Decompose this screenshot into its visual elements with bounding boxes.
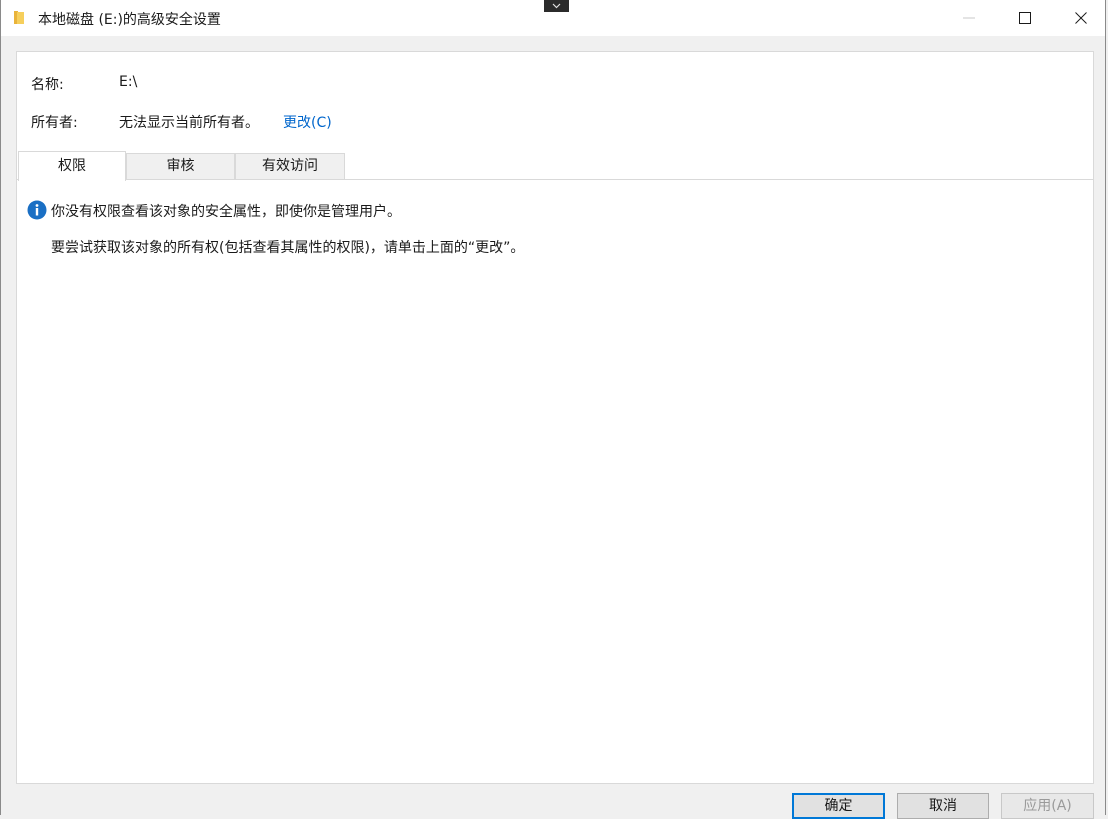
tab-auditing[interactable]: 审核	[126, 153, 235, 179]
chevron-down-icon	[552, 3, 561, 9]
close-button[interactable]	[1053, 0, 1108, 36]
owner-value: 无法显示当前所有者。	[119, 115, 259, 131]
window-title: 本地磁盘 (E:)的高级安全设置	[38, 12, 221, 28]
collapse-tab[interactable]	[544, 0, 569, 12]
content-panel: 名称: E:\ 所有者: 无法显示当前所有者。 更改(C) 权限 审核 有效访问…	[16, 51, 1094, 784]
close-icon	[1075, 12, 1087, 24]
security-settings-window: 本地磁盘 (E:)的高级安全设置 名称: E:\ 所有者: 无法显示当前所有者。…	[0, 0, 1106, 819]
info-icon	[27, 200, 47, 220]
tab-effective-access[interactable]: 有效访问	[235, 153, 345, 179]
cancel-button[interactable]: 取消	[897, 793, 989, 819]
title-bar[interactable]: 本地磁盘 (E:)的高级安全设置	[1, 0, 1105, 36]
folder-icon	[14, 11, 24, 24]
owner-label: 所有者:	[31, 115, 78, 131]
take-ownership-hint: 要尝试获取该对象的所有权(包括查看其属性的权限)，请单击上面的“更改”。	[51, 240, 525, 256]
name-label: 名称:	[31, 77, 64, 93]
tab-strip-divider	[17, 179, 1093, 180]
ok-button[interactable]: 确定	[792, 793, 885, 819]
no-permission-message: 你没有权限查看该对象的安全属性，即使你是管理用户。	[51, 204, 401, 220]
maximize-icon	[1019, 12, 1031, 24]
tab-permissions[interactable]: 权限	[18, 151, 126, 181]
change-owner-link[interactable]: 更改(C)	[283, 112, 332, 132]
name-value: E:\	[119, 74, 138, 90]
apply-button[interactable]: 应用(A)	[1001, 793, 1094, 819]
maximize-button[interactable]	[997, 0, 1053, 36]
minimize-icon	[963, 17, 975, 19]
minimize-button[interactable]	[941, 0, 997, 36]
